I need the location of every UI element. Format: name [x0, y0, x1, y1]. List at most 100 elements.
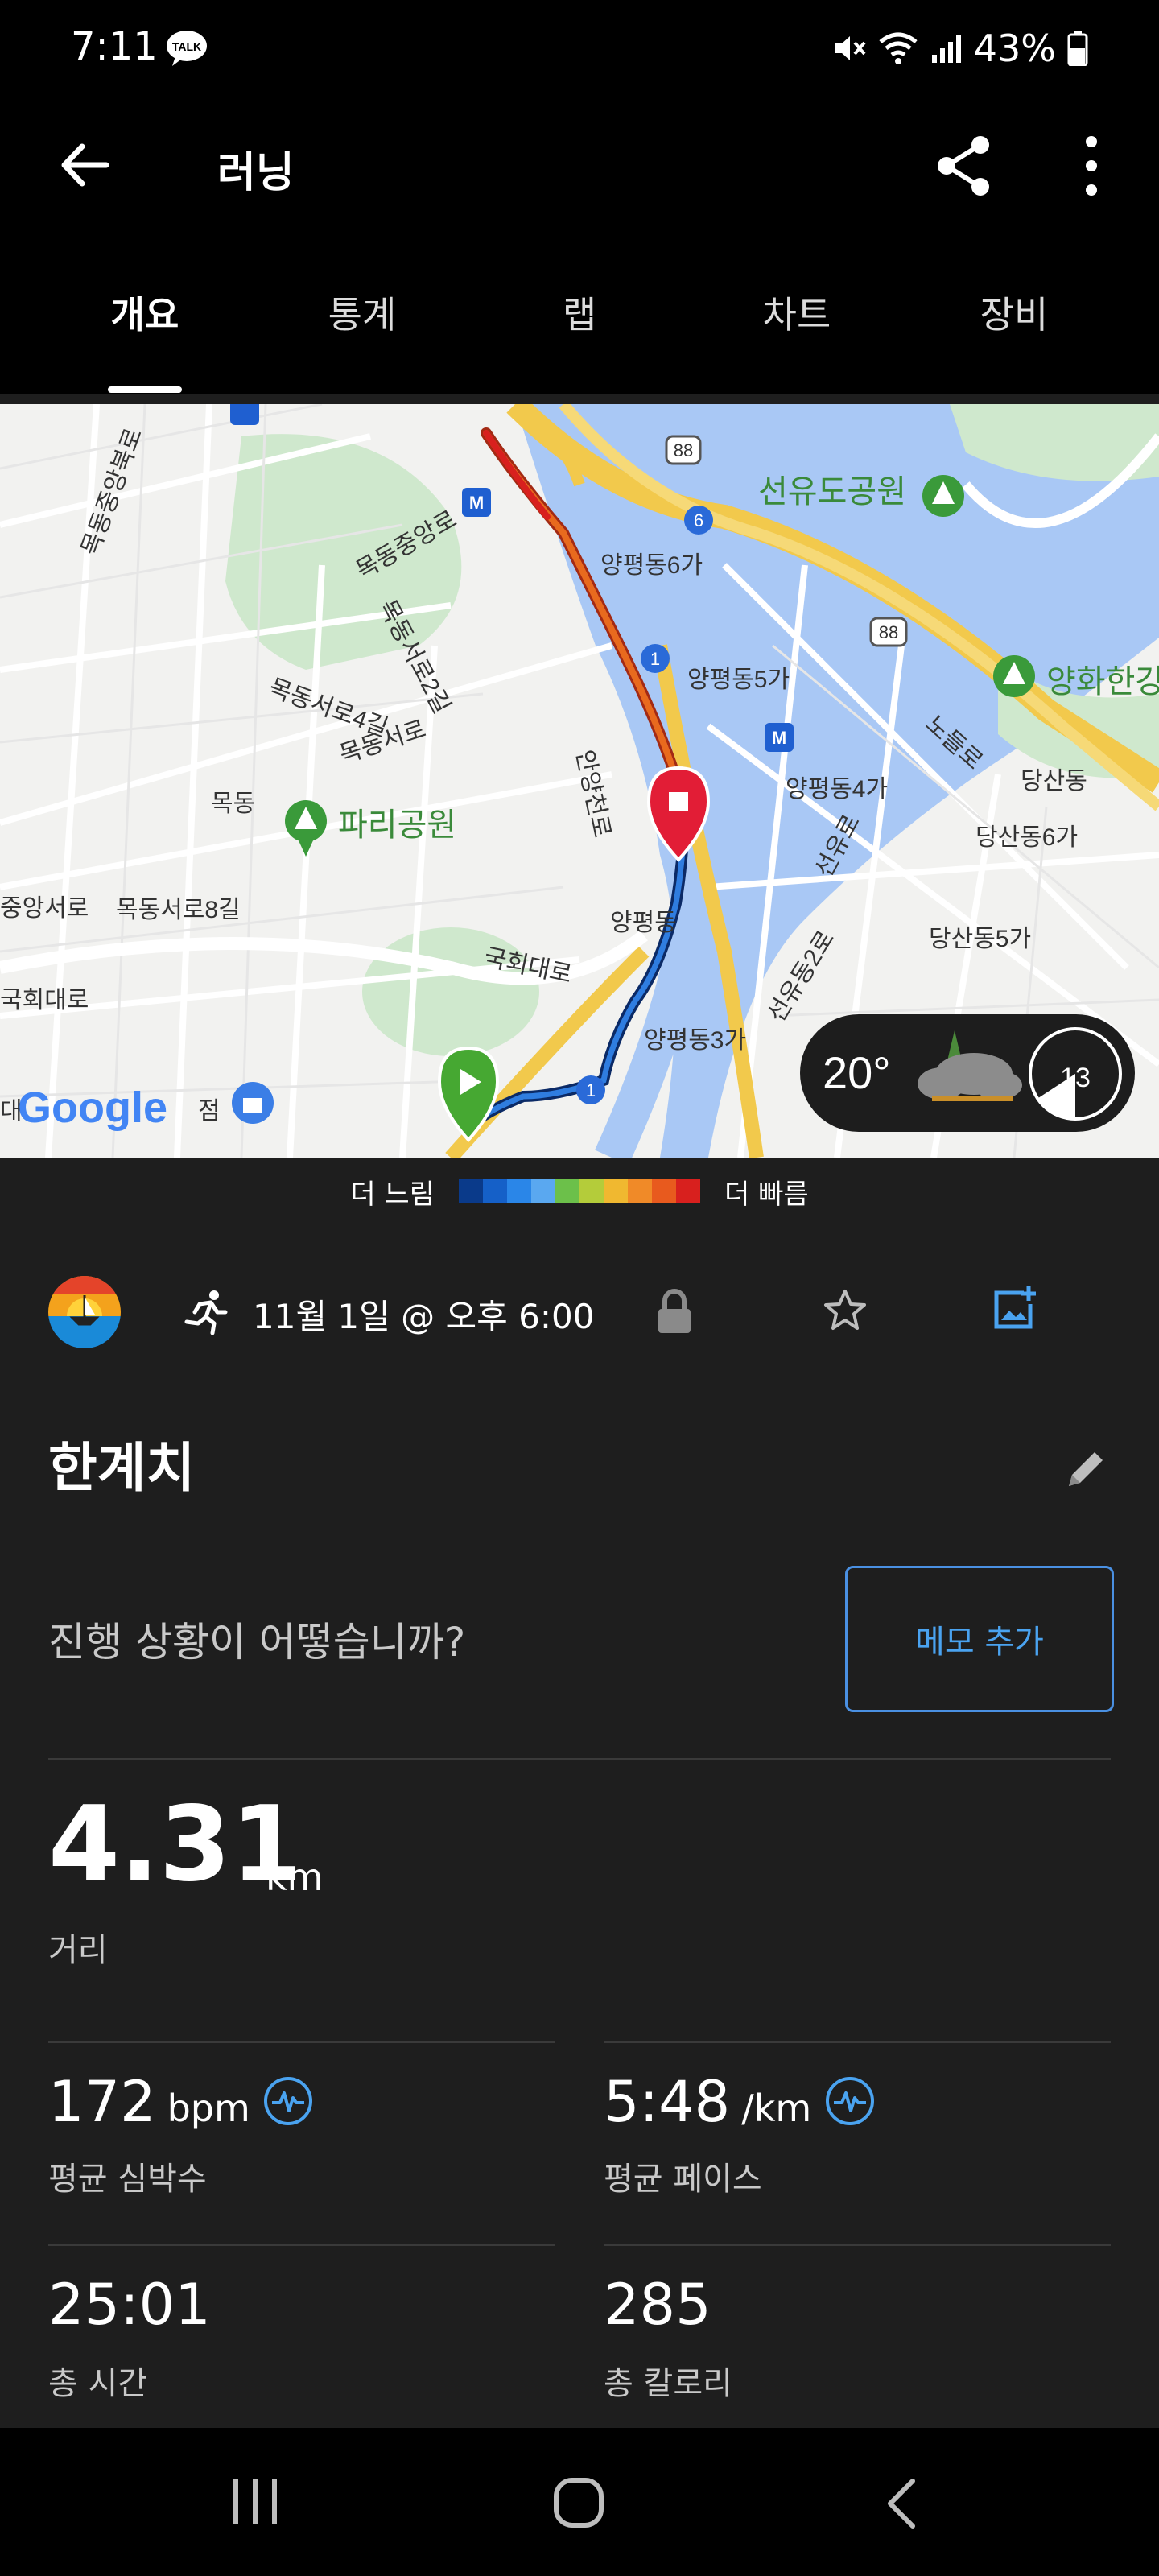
- svg-text:88: 88: [674, 440, 693, 460]
- activity-title: 한계치: [48, 1437, 196, 1499]
- more-options-icon[interactable]: [1079, 134, 1104, 198]
- divider: [48, 1758, 1111, 1760]
- avatar[interactable]: [48, 1276, 121, 1348]
- map-label-anyangcheonro: 안양천로: [571, 748, 615, 840]
- park-pin-icon-3: [285, 800, 327, 857]
- park-pin-icon-2: [993, 655, 1035, 697]
- avg-hr-stat: 172 bpm: [48, 2069, 250, 2135]
- status-indicators: 43%: [832, 24, 1088, 72]
- page-title: 러닝: [217, 149, 295, 197]
- pace-color-swatch: [676, 1179, 700, 1203]
- route-map[interactable]: 88 88 6 1 1 M M 선유도공원 양화한강 파리공원 양평동6가 양평…: [0, 404, 1159, 1158]
- divider: [48, 2244, 555, 2246]
- calories-label: 총 칼로리: [604, 2365, 732, 2402]
- wifi-icon: [879, 32, 918, 64]
- divider: [604, 2041, 1111, 2043]
- route-shield-1b: 1: [576, 1075, 605, 1104]
- back-nav-icon[interactable]: [884, 2478, 919, 2529]
- route-shield-1a: 1: [641, 644, 670, 673]
- google-logo: Google: [18, 1084, 167, 1132]
- talk-badge-text: TALK: [172, 40, 201, 53]
- map-label-yp5: 양평동5가: [687, 667, 790, 693]
- edit-pencil-icon[interactable]: [1064, 1447, 1107, 1491]
- pace-color-swatch: [459, 1179, 483, 1203]
- map-label-dangsan6: 당산동6가: [975, 824, 1078, 851]
- pace-color-swatch: [555, 1179, 580, 1203]
- pace-color-scale: [459, 1179, 700, 1203]
- back-arrow-icon[interactable]: [58, 138, 111, 192]
- total-time-label: 총 시간: [48, 2365, 148, 2402]
- avg-pace-unit: /km: [741, 2087, 812, 2130]
- avg-hr-value: 172: [48, 2069, 156, 2135]
- recent-apps-icon[interactable]: [230, 2478, 280, 2526]
- battery-percent: 43%: [973, 27, 1056, 70]
- weather-overlay: 20° 13: [800, 1014, 1135, 1132]
- activity-datetime: 11월 1일 @ 오후 6:00: [253, 1297, 595, 1336]
- weather-temperature: 20°: [823, 1047, 891, 1098]
- activity-meta-row: 11월 1일 @ 오후 6:00: [0, 1272, 1159, 1352]
- route-shield-6: 6: [684, 506, 713, 535]
- map-label-mokdongseoro8: 목동서로8길: [116, 897, 241, 923]
- distance-label: 거리: [48, 1932, 108, 1969]
- note-prompt[interactable]: 진행 상황이 어떻습니까?: [48, 1610, 465, 1668]
- map-label-yanghwa: 양화한강: [1046, 664, 1159, 700]
- moon-day: 13: [1060, 1063, 1091, 1093]
- add-memo-button[interactable]: 메모 추가: [845, 1566, 1114, 1712]
- map-label-yp: 양평동: [610, 910, 677, 936]
- pace-color-swatch: [652, 1179, 676, 1203]
- home-icon[interactable]: [552, 2476, 605, 2529]
- svg-text:1: 1: [586, 1080, 596, 1100]
- shopping-pin-icon: [232, 1082, 274, 1124]
- metro-station-icon-3: [230, 404, 259, 425]
- pace-chart-icon[interactable]: [824, 2075, 876, 2127]
- svg-text:M: M: [772, 728, 786, 748]
- total-time-value: 25:01: [48, 2272, 211, 2338]
- map-label-paris-park: 파리공원: [338, 807, 456, 843]
- add-photo-icon[interactable]: [992, 1285, 1040, 1333]
- map-label-dangsan5: 당산동5가: [929, 926, 1031, 952]
- active-tab-indicator: [108, 386, 182, 393]
- map-label-mokdongseoro4: 목동서로4길: [266, 675, 392, 742]
- heart-rate-chart-icon[interactable]: [262, 2075, 314, 2127]
- metro-station-icon-2: M: [765, 723, 794, 752]
- divider: [48, 2041, 555, 2043]
- tab-stats[interactable]: 통계: [274, 286, 451, 339]
- signal-icon: [931, 35, 961, 63]
- avg-pace-stat: 5:48 /km: [604, 2069, 811, 2135]
- map-label-jungangseoro: 중앙서로: [0, 895, 89, 922]
- svg-text:88: 88: [879, 622, 898, 642]
- map-label-gukhoedaero-2: 국회대로: [0, 987, 89, 1013]
- pace-color-swatch: [507, 1179, 531, 1203]
- legend-slower-label: 더 느림: [350, 1178, 435, 1211]
- pace-color-swatch: [580, 1179, 604, 1203]
- lock-icon[interactable]: [655, 1288, 694, 1335]
- route-shield-88a: 88: [665, 435, 702, 465]
- map-canvas[interactable]: 88 88 6 1 1 M M 선유도공원 양화한강 파리공원 양평동6가 양평…: [0, 404, 1159, 1158]
- map-label-store: 점: [198, 1098, 221, 1125]
- tab-gear[interactable]: 장비: [926, 286, 1103, 339]
- status-time: 7:11: [71, 24, 158, 69]
- system-navigation-bar: [0, 2428, 1159, 2576]
- tab-charts[interactable]: 차트: [708, 286, 885, 339]
- map-label-seonyudo-park: 선유도공원: [758, 474, 906, 510]
- distance-unit: km: [266, 1856, 324, 1899]
- tab-overview[interactable]: 개요: [56, 286, 233, 339]
- route-shield-88b: 88: [869, 617, 908, 647]
- running-icon: [184, 1290, 228, 1335]
- share-icon[interactable]: [934, 134, 995, 198]
- calories-value: 285: [604, 2272, 711, 2338]
- pace-color-swatch: [483, 1179, 507, 1203]
- map-label-mokdong: 목동: [211, 791, 255, 817]
- avg-hr-unit: bpm: [167, 2087, 250, 2130]
- map-label-yp3: 양평동3가: [644, 1027, 746, 1054]
- pace-color-swatch: [604, 1179, 628, 1203]
- pace-color-swatch: [531, 1179, 555, 1203]
- map-label-yp6: 양평동6가: [600, 552, 703, 579]
- distance-value: 4.31: [48, 1785, 303, 1905]
- avg-pace-value: 5:48: [604, 2069, 731, 2135]
- kakaotalk-notification-icon: TALK: [167, 31, 207, 66]
- pace-color-swatch: [628, 1179, 652, 1203]
- svg-text:M: M: [469, 493, 484, 513]
- tab-laps[interactable]: 랩: [491, 286, 668, 339]
- favorite-star-icon[interactable]: [823, 1288, 868, 1333]
